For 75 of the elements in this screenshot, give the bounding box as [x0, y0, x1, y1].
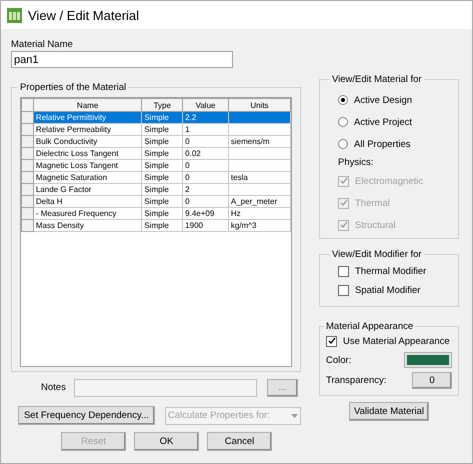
table-cell: Dielectric Loss Tangent — [33, 148, 142, 160]
row-header[interactable] — [22, 172, 34, 184]
color-label: Color: — [326, 354, 352, 366]
table-cell: kg/m^3 — [228, 220, 290, 232]
table-cell: 0.02 — [182, 148, 228, 160]
table-cell: Bulk Conductivity — [33, 136, 142, 148]
row-header[interactable] — [22, 184, 34, 196]
transparency-button[interactable]: 0 — [412, 372, 452, 389]
app-icon — [7, 8, 22, 22]
window-title: View / Edit Material — [28, 8, 140, 22]
validate-button[interactable]: Validate Material — [349, 402, 429, 421]
table-cell: siemens/m — [228, 136, 290, 148]
checkbox-label: Electromagnetic — [355, 176, 424, 186]
physics-label: Physics: — [338, 157, 374, 168]
row-header[interactable] — [22, 196, 34, 208]
table-cell: Lande G Factor — [33, 184, 142, 196]
radio-button[interactable] — [338, 117, 348, 127]
radio-button[interactable] — [338, 95, 348, 105]
group-title: View/Edit Modifier for — [331, 249, 423, 260]
row-header[interactable] — [22, 112, 34, 124]
table-cell: Mass Density — [33, 220, 142, 232]
group-title: Material Appearance — [325, 321, 414, 332]
radio-label: All Properties — [354, 138, 410, 150]
checkbox-label: Thermal Modifier — [355, 266, 426, 277]
dialog-button[interactable]: Cancel — [207, 432, 272, 451]
material-name-label: Material Name — [11, 39, 74, 50]
checkbox-label: Use Material Appearance — [343, 336, 450, 346]
transparency-label: Transparency: — [326, 375, 386, 386]
row-header[interactable] — [22, 220, 34, 232]
radio-label: Active Design — [354, 94, 412, 106]
table-cell: 2.2 — [182, 112, 228, 124]
table-cell: Delta H — [33, 196, 142, 208]
table-cell: 1900 — [182, 220, 228, 232]
row-header[interactable] — [22, 124, 34, 136]
table-cell: Magnetic Loss Tangent — [33, 160, 142, 172]
table-cell: A_per_meter — [228, 196, 290, 208]
row-header[interactable] — [22, 208, 34, 220]
checkbox[interactable] — [338, 285, 349, 296]
table-cell: 0 — [182, 172, 228, 184]
table-cell: 9.4e+09 — [182, 208, 228, 220]
group-title: Properties of the Material — [19, 82, 128, 93]
notes-field[interactable] — [74, 379, 257, 397]
dialog-button[interactable]: OK — [134, 432, 199, 451]
table-cell: 1 — [182, 124, 228, 136]
radio-button[interactable] — [338, 139, 348, 149]
notes-label: Notes — [41, 382, 66, 393]
table-cell: Magnetic Saturation — [33, 172, 142, 184]
row-header[interactable] — [22, 136, 34, 148]
column-header[interactable]: Type — [142, 98, 183, 112]
table-cell: - Measured Frequency — [33, 208, 142, 220]
table-cell: 0 — [182, 160, 228, 172]
checkbox[interactable] — [338, 266, 349, 277]
frequency-dependency-button[interactable]: Set Frequency Dependency... — [18, 406, 155, 425]
column-header[interactable]: Value — [182, 98, 228, 112]
table-cell: tesla — [228, 172, 290, 184]
dropdown-arrow-icon — [291, 414, 298, 418]
row-header[interactable] — [22, 160, 34, 172]
table-cell: 0 — [182, 136, 228, 148]
table-cell: Relative Permittivity — [33, 112, 142, 124]
table-cell: 2 — [182, 184, 228, 196]
table-cell — [228, 112, 290, 124]
row-header[interactable] — [22, 148, 34, 160]
table-cell: Relative Permeability — [33, 124, 142, 136]
checkbox[interactable] — [326, 336, 337, 346]
color-swatch[interactable] — [404, 352, 452, 368]
table-cell: 0 — [182, 196, 228, 208]
checkbox-label: Spatial Modifier — [355, 285, 420, 296]
column-header[interactable]: Units — [228, 98, 290, 112]
table-cell: Hz — [228, 208, 290, 220]
checkbox-label: Structural — [355, 220, 396, 230]
material-name-field[interactable]: pan1 — [11, 51, 233, 68]
column-header[interactable]: Name — [33, 98, 142, 112]
checkbox-label: Thermal — [355, 198, 390, 208]
group-title: View/Edit Material for — [331, 74, 423, 85]
radio-label: Active Project — [354, 116, 412, 128]
